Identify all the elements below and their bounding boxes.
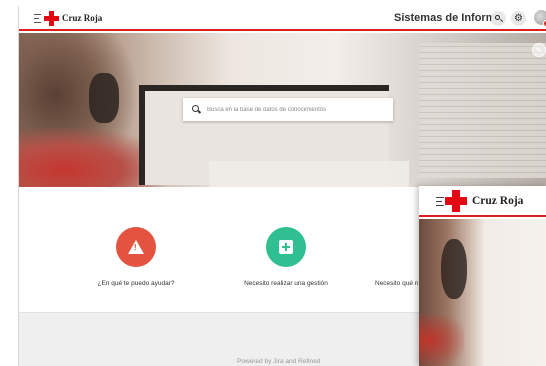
warning-icon xyxy=(128,240,144,254)
overlay-hero-image xyxy=(419,219,546,366)
help-bubble[interactable] xyxy=(116,227,156,267)
menu-icon xyxy=(436,197,444,207)
search-input[interactable] xyxy=(207,106,387,113)
option-help[interactable]: ¿En qué te puedo ayudar? xyxy=(76,227,196,287)
red-cross-logo-icon[interactable] xyxy=(44,11,59,26)
search-button[interactable] xyxy=(491,11,506,26)
gear-icon: ⚙ xyxy=(514,13,523,24)
knowledge-search-box[interactable] xyxy=(183,98,393,121)
corner-action-button[interactable]: ✎ xyxy=(532,43,546,57)
gestion-bubble[interactable] xyxy=(266,227,306,267)
logo-text[interactable]: Cruz Roja xyxy=(62,13,102,23)
hero-banner: ✎ xyxy=(19,33,546,187)
footer-powered-by: Powered by Jira and Refined xyxy=(237,358,321,365)
option-gestion[interactable]: Necesito realizar una gestión xyxy=(226,227,346,287)
search-icon xyxy=(192,105,201,114)
plus-square-icon xyxy=(279,240,293,254)
top-header: Cruz Roja Sistemas de Inform... ⚙ xyxy=(19,6,546,31)
search-icon xyxy=(495,15,504,23)
menu-icon[interactable] xyxy=(34,14,41,23)
red-cross-logo-icon xyxy=(445,190,467,212)
settings-button[interactable]: ⚙ xyxy=(511,11,526,26)
portal-title: Sistemas de Inform... xyxy=(394,12,505,24)
overlay-logo-text: Cruz Roja xyxy=(472,195,524,207)
option-help-label[interactable]: ¿En qué te puedo ayudar? xyxy=(76,280,196,287)
overlay-thumbnail: Cruz Roja xyxy=(419,186,546,366)
overlay-header: Cruz Roja xyxy=(419,186,546,217)
option-gestion-label[interactable]: Necesito realizar una gestión xyxy=(226,280,346,287)
